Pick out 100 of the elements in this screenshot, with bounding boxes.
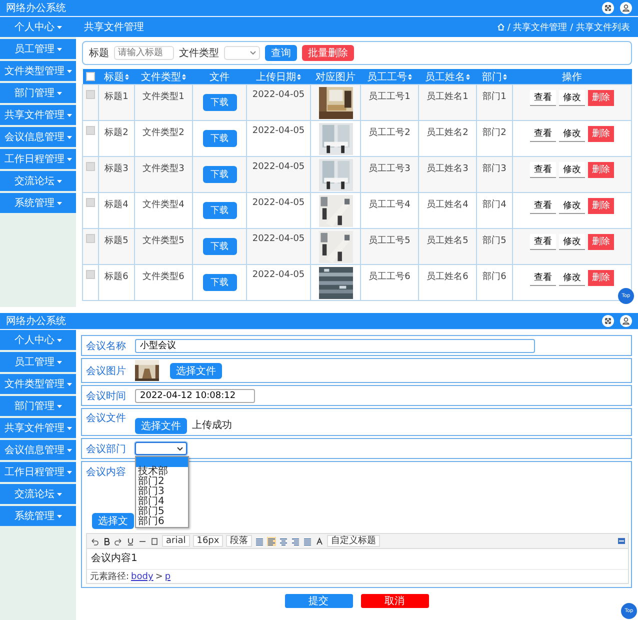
batch-delete-button[interactable]: 批量删除 (302, 45, 354, 61)
fullscreen-icon[interactable] (602, 315, 614, 327)
edit-button[interactable]: 修改 (559, 270, 585, 286)
view-button[interactable]: 查看 (530, 90, 556, 106)
column-header[interactable]: 标题 (98, 69, 134, 84)
sidebar-item[interactable]: 文件类型管理 (0, 61, 76, 83)
font-color-icon[interactable] (315, 536, 324, 546)
delete-button[interactable]: 删除 (588, 198, 614, 214)
sidebar-item[interactable]: 工作日程管理 (0, 149, 76, 171)
path-link[interactable]: body (131, 572, 154, 582)
download-button[interactable]: 下载 (202, 94, 236, 111)
edit-button[interactable]: 修改 (559, 198, 585, 214)
edit-button[interactable]: 修改 (559, 234, 585, 250)
user-icon[interactable] (620, 315, 632, 327)
justify-icon[interactable] (303, 536, 312, 546)
underline-icon[interactable] (126, 536, 135, 546)
sidebar-item[interactable]: 会议信息管理 (0, 127, 76, 149)
column-header[interactable]: 员工工号 (360, 69, 418, 84)
choose-file-button[interactable]: 选择文 (92, 513, 134, 529)
fullscreen-icon[interactable] (602, 2, 614, 14)
choose-file-button[interactable]: 选择文件 (170, 362, 222, 378)
editor-content[interactable]: 会议内容1 (87, 549, 628, 569)
date-time-input[interactable]: 2022-04-12 10:08:12 (135, 388, 255, 402)
view-button[interactable]: 查看 (530, 126, 556, 142)
bold-icon[interactable] (102, 536, 111, 546)
sidebar-item[interactable]: 交流论坛 (0, 171, 76, 193)
sidebar-item[interactable]: 个人中心 (0, 17, 76, 39)
sidebar-item[interactable]: 共享文件管理 (0, 418, 76, 440)
sidebar-item[interactable]: 个人中心 (0, 330, 76, 352)
sidebar-item[interactable]: 共享文件管理 (0, 105, 76, 127)
cancel-button[interactable]: 取消 (360, 594, 428, 608)
toolbar-select[interactable]: 16px (192, 535, 224, 547)
sidebar-item[interactable]: 系统管理 (0, 506, 76, 528)
redo-icon[interactable] (114, 536, 123, 546)
edit-button[interactable]: 修改 (559, 162, 585, 178)
view-button[interactable]: 查看 (530, 198, 556, 214)
delete-button[interactable]: 删除 (588, 90, 614, 106)
checkbox[interactable] (86, 198, 95, 208)
download-button[interactable]: 下载 (202, 274, 236, 291)
column-header[interactable]: 员工姓名 (418, 69, 476, 84)
checkbox[interactable] (86, 72, 95, 81)
align-right-icon[interactable] (291, 536, 300, 546)
view-button[interactable]: 查看 (530, 270, 556, 286)
toolbar-select[interactable]: 段落 (226, 535, 252, 547)
undo-icon[interactable] (90, 536, 99, 546)
view-button[interactable]: 查看 (530, 234, 556, 250)
view-button[interactable]: 查看 (530, 162, 556, 178)
download-button[interactable]: 下载 (202, 202, 236, 219)
delete-button[interactable]: 删除 (588, 126, 614, 142)
align-center-icon[interactable] (279, 536, 288, 546)
sidebar-item[interactable]: 系统管理 (0, 193, 76, 215)
breadcrumb[interactable]: / 共享文件管理 / 共享文件列表 (507, 20, 630, 34)
search-button[interactable]: 查询 (265, 45, 297, 61)
toolbar-select[interactable]: 自定义标题 (327, 535, 380, 547)
checkbox[interactable] (86, 90, 95, 100)
checkbox[interactable] (86, 126, 95, 136)
sidebar-item[interactable]: 部门管理 (0, 83, 76, 105)
choose-file-button[interactable]: 选择文件 (135, 418, 187, 434)
caret-icon (66, 470, 72, 474)
table-cell: 文件类型6 (134, 264, 192, 300)
column-header[interactable]: 文件类型 (134, 69, 192, 84)
submit-button[interactable]: 提交 (284, 594, 352, 608)
delete-button[interactable]: 删除 (588, 234, 614, 250)
edit-button[interactable]: 修改 (559, 126, 585, 142)
collapse-icon[interactable] (618, 538, 625, 544)
sidebar-item[interactable]: 交流论坛 (0, 484, 76, 506)
align-left-icon[interactable] (267, 536, 276, 546)
box-icon[interactable] (150, 536, 159, 546)
justify-icon[interactable] (255, 536, 264, 546)
table-cell: 文件类型1 (134, 84, 192, 120)
title-input[interactable]: 请输入标题 (114, 46, 174, 60)
sidebar-item[interactable]: 部门管理 (0, 396, 76, 418)
delete-button[interactable]: 删除 (588, 270, 614, 286)
checkbox[interactable] (86, 162, 95, 172)
column-header[interactable]: 部门 (476, 69, 512, 84)
dropdown-option[interactable]: 技术部 (136, 467, 188, 477)
dropdown-option[interactable]: 部门2 (136, 477, 188, 487)
sidebar-item[interactable]: 文件类型管理 (0, 374, 76, 396)
sidebar-item[interactable]: 会议信息管理 (0, 440, 76, 462)
delete-button[interactable]: 删除 (588, 162, 614, 178)
dropdown-option[interactable]: 部门3 (136, 487, 188, 497)
dropdown-option[interactable]: 部门4 (136, 497, 188, 507)
dropdown-option[interactable]: 部门5 (136, 507, 188, 517)
sidebar-item[interactable]: 工作日程管理 (0, 462, 76, 484)
download-button[interactable]: 下载 (202, 166, 236, 183)
user-icon[interactable] (620, 2, 632, 14)
checkbox[interactable] (86, 234, 95, 244)
name-input[interactable]: 小型会议 (135, 338, 535, 352)
download-button[interactable]: 下载 (202, 130, 236, 147)
sidebar-item[interactable]: 员工管理 (0, 39, 76, 61)
column-header[interactable]: 上传日期 (246, 69, 310, 84)
edit-button[interactable]: 修改 (559, 90, 585, 106)
department-select[interactable] (135, 442, 187, 455)
home-icon[interactable] (497, 23, 506, 31)
checkbox[interactable] (86, 270, 95, 280)
toolbar-select[interactable]: arial (162, 535, 190, 547)
path-link[interactable]: p (164, 572, 171, 582)
dropdown-option[interactable]: 部门6 (136, 517, 188, 527)
download-button[interactable]: 下载 (202, 238, 236, 255)
sidebar-item[interactable]: 员工管理 (0, 352, 76, 374)
